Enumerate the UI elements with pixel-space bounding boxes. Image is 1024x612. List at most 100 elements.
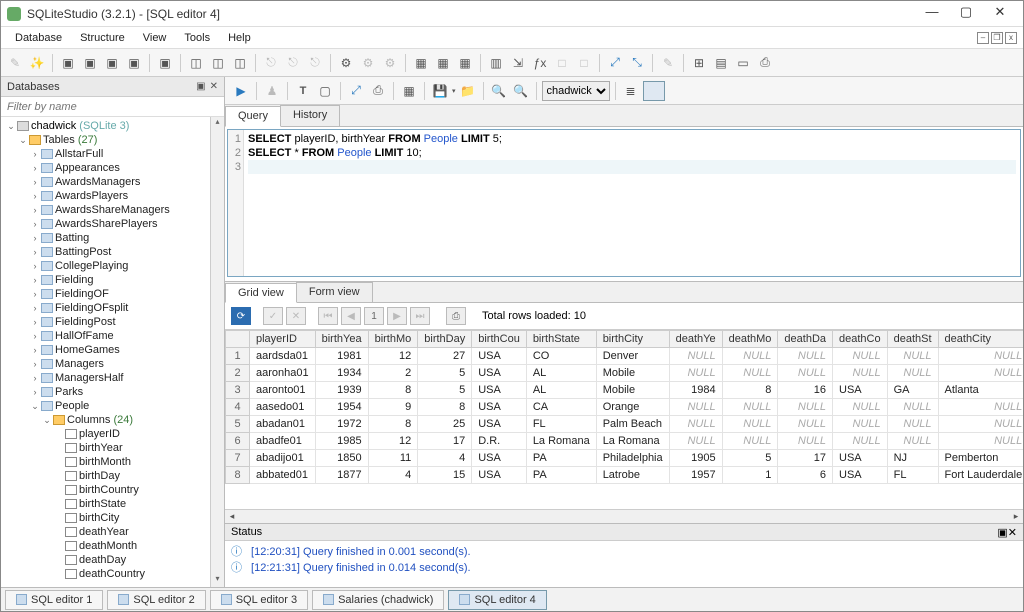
grid-hscrollbar[interactable]: ◂▸ — [225, 509, 1023, 523]
tab-form-view[interactable]: Form view — [296, 282, 373, 302]
tool-layout3-icon[interactable]: ▭ — [733, 53, 753, 73]
panel-close-icon[interactable]: ✕ — [210, 81, 218, 92]
tree-item[interactable]: ⌄People — [5, 399, 208, 413]
tool-expand2-icon[interactable]: ⤡ — [627, 53, 647, 73]
cell[interactable]: NULL — [669, 433, 722, 450]
cell[interactable]: aardsda01 — [250, 348, 316, 365]
close-button[interactable]: ✕ — [983, 4, 1017, 24]
cell[interactable]: NULL — [722, 433, 778, 450]
cell[interactable]: NULL — [833, 416, 888, 433]
cell[interactable]: 1985 — [315, 433, 368, 450]
tree-item[interactable]: deathDay — [5, 553, 208, 567]
folder-icon[interactable]: 📁 — [458, 81, 478, 101]
cell[interactable]: NULL — [833, 348, 888, 365]
tree-item[interactable]: ›AwardsSharePlayers — [5, 217, 208, 231]
cell[interactable]: 27 — [418, 348, 472, 365]
cell[interactable]: NULL — [887, 399, 938, 416]
table-row[interactable]: 2aaronha01193425USAALMobileNULLNULLNULLN… — [226, 365, 1024, 382]
cell[interactable]: AL — [526, 382, 596, 399]
tree-item[interactable]: ›FieldingOF — [5, 287, 208, 301]
column-header[interactable]: deathDa — [778, 331, 833, 348]
print-icon[interactable]: ⎙ — [368, 81, 388, 101]
column-header[interactable]: deathCo — [833, 331, 888, 348]
tree-item[interactable]: birthYear — [5, 441, 208, 455]
column-header[interactable]: birthMo — [368, 331, 418, 348]
cell[interactable]: Palm Beach — [596, 416, 669, 433]
cell[interactable]: 4 — [368, 467, 418, 484]
table-row[interactable]: 5abadan011972825USAFLPalm BeachNULLNULLN… — [226, 416, 1024, 433]
document-tab[interactable]: Salaries (chadwick) — [312, 590, 444, 610]
tool-db3-icon[interactable]: ▣ — [102, 53, 122, 73]
cell[interactable]: USA — [472, 450, 527, 467]
cell[interactable]: 15 — [418, 467, 472, 484]
cell[interactable]: Mobile — [596, 365, 669, 382]
cell[interactable]: NULL — [833, 399, 888, 416]
cell[interactable]: NULL — [722, 348, 778, 365]
cell[interactable]: 8 — [368, 416, 418, 433]
results-grid-wrapper[interactable]: playerIDbirthYeabirthMobirthDaybirthCoub… — [225, 329, 1023, 509]
zoom-out-icon[interactable]: 🔍 — [511, 81, 531, 101]
tool-db2-icon[interactable]: ▣ — [80, 53, 100, 73]
cell[interactable]: FL — [887, 467, 938, 484]
tree-item[interactable]: ⌄Tables (27) — [5, 133, 208, 147]
cell[interactable]: 1877 — [315, 467, 368, 484]
tree-item[interactable]: ›Appearances — [5, 161, 208, 175]
tree-item[interactable]: ›Parks — [5, 385, 208, 399]
cell[interactable]: 5 — [722, 450, 778, 467]
tree-item[interactable]: ›HallOfFame — [5, 329, 208, 343]
cell[interactable]: aaronha01 — [250, 365, 316, 382]
tool-sheet2-icon[interactable]: ▦ — [433, 53, 453, 73]
minimize-button[interactable]: — — [915, 4, 949, 24]
column-header[interactable]: deathMo — [722, 331, 778, 348]
cell[interactable]: NULL — [887, 433, 938, 450]
table-row[interactable]: 7abadijo011850114USAPAPhiladelphia190551… — [226, 450, 1024, 467]
tool-import-icon[interactable]: ⇲ — [508, 53, 528, 73]
grid-prev-icon[interactable]: ◀ — [341, 307, 361, 325]
cell[interactable]: 12 — [368, 348, 418, 365]
cell[interactable]: NULL — [887, 365, 938, 382]
cell[interactable]: NULL — [778, 365, 833, 382]
cell[interactable]: USA — [472, 382, 527, 399]
menu-tools[interactable]: Tools — [176, 30, 218, 46]
clear-icon[interactable]: ▢ — [315, 81, 335, 101]
grid-commit-icon[interactable]: ✓ — [263, 307, 283, 325]
cell[interactable]: NULL — [833, 365, 888, 382]
column-header[interactable]: birthCity — [596, 331, 669, 348]
tree-item[interactable]: ›AwardsManagers — [5, 175, 208, 189]
tree-item[interactable]: ›Managers — [5, 357, 208, 371]
tool-db5-icon[interactable]: ▣ — [155, 53, 175, 73]
tool-layout2-icon[interactable]: ▤ — [711, 53, 731, 73]
cell[interactable]: Latrobe — [596, 467, 669, 484]
cell[interactable]: 8 — [368, 382, 418, 399]
cell[interactable]: AL — [526, 365, 596, 382]
layout-list-icon[interactable]: ≣ — [621, 81, 641, 101]
tool-g1-icon[interactable]: □ — [552, 53, 572, 73]
menu-help[interactable]: Help — [220, 30, 259, 46]
tool-brush-icon[interactable]: ✎ — [5, 53, 25, 73]
cell[interactable]: NULL — [778, 433, 833, 450]
tree-filter-input[interactable] — [1, 97, 224, 117]
cell[interactable]: 25 — [418, 416, 472, 433]
cell[interactable]: aasedo01 — [250, 399, 316, 416]
tree-item[interactable]: deathCountry — [5, 567, 208, 581]
tree-item[interactable]: playerID — [5, 427, 208, 441]
mdi-minimize-icon[interactable]: – — [977, 32, 989, 44]
menu-structure[interactable]: Structure — [72, 30, 133, 46]
cell[interactable]: USA — [833, 450, 888, 467]
cell[interactable]: 5 — [418, 382, 472, 399]
cell[interactable]: 1850 — [315, 450, 368, 467]
document-tab[interactable]: SQL editor 1 — [5, 590, 103, 610]
cell[interactable]: 6 — [778, 467, 833, 484]
cell[interactable]: NULL — [938, 433, 1023, 450]
tree-item[interactable]: birthCountry — [5, 483, 208, 497]
document-tab[interactable]: SQL editor 2 — [107, 590, 205, 610]
results-grid[interactable]: playerIDbirthYeabirthMobirthDaybirthCoub… — [225, 330, 1023, 484]
tool-sheet3-icon[interactable]: ▦ — [455, 53, 475, 73]
cell[interactable]: 1984 — [669, 382, 722, 399]
tree-item[interactable]: ›CollegePlaying — [5, 259, 208, 273]
cell[interactable]: USA — [472, 416, 527, 433]
cell[interactable]: Mobile — [596, 382, 669, 399]
cell[interactable]: 9 — [368, 399, 418, 416]
grid-next-icon[interactable]: ▶ — [387, 307, 407, 325]
tool-win3-icon[interactable]: ◫ — [230, 53, 250, 73]
